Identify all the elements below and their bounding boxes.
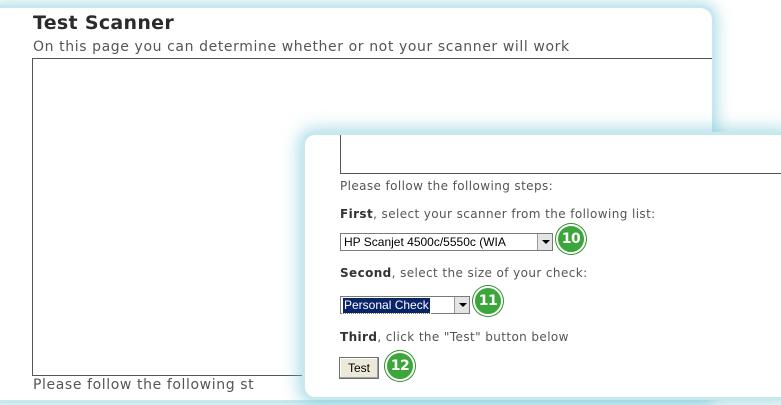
- test-button[interactable]: Test: [339, 357, 379, 379]
- step-11-badge: 11: [473, 286, 503, 316]
- dropdown-arrow-icon[interactable]: [454, 297, 469, 313]
- step-third-instruction: Third, click the "Test" button below: [340, 330, 569, 344]
- check-size-select-value: Personal Check: [342, 297, 431, 314]
- steps-heading-partial: Please follow the following st: [33, 377, 255, 393]
- intro-text: On this page you can determine whether o…: [33, 39, 570, 55]
- scanner-select-value: HP Scanjet 4500c/5550c (WIA: [344, 235, 506, 249]
- step-third-lead: Third: [340, 330, 378, 344]
- step-second-instruction: Second, select the size of your check:: [340, 266, 588, 280]
- step-first-instruction: First, select your scanner from the foll…: [340, 207, 656, 221]
- check-size-select[interactable]: Personal Check: [340, 296, 470, 314]
- output-box-bottom: [340, 135, 781, 174]
- step-second-lead: Second: [340, 266, 392, 280]
- steps-zoom-panel: Please follow the following steps: First…: [305, 135, 781, 397]
- dropdown-arrow-icon[interactable]: [537, 234, 552, 250]
- step-third-text: , click the "Test" button below: [377, 330, 569, 344]
- page-title: Test Scanner: [33, 12, 175, 34]
- step-12-badge: 12: [385, 351, 415, 381]
- scanner-select[interactable]: HP Scanjet 4500c/5550c (WIA: [340, 233, 553, 251]
- step-first-lead: First: [340, 207, 374, 221]
- step-first-text: , select your scanner from the following…: [373, 207, 656, 221]
- step-second-text: , select the size of your check:: [391, 266, 588, 280]
- steps-heading: Please follow the following steps:: [340, 179, 554, 193]
- step-10-badge: 10: [556, 224, 586, 254]
